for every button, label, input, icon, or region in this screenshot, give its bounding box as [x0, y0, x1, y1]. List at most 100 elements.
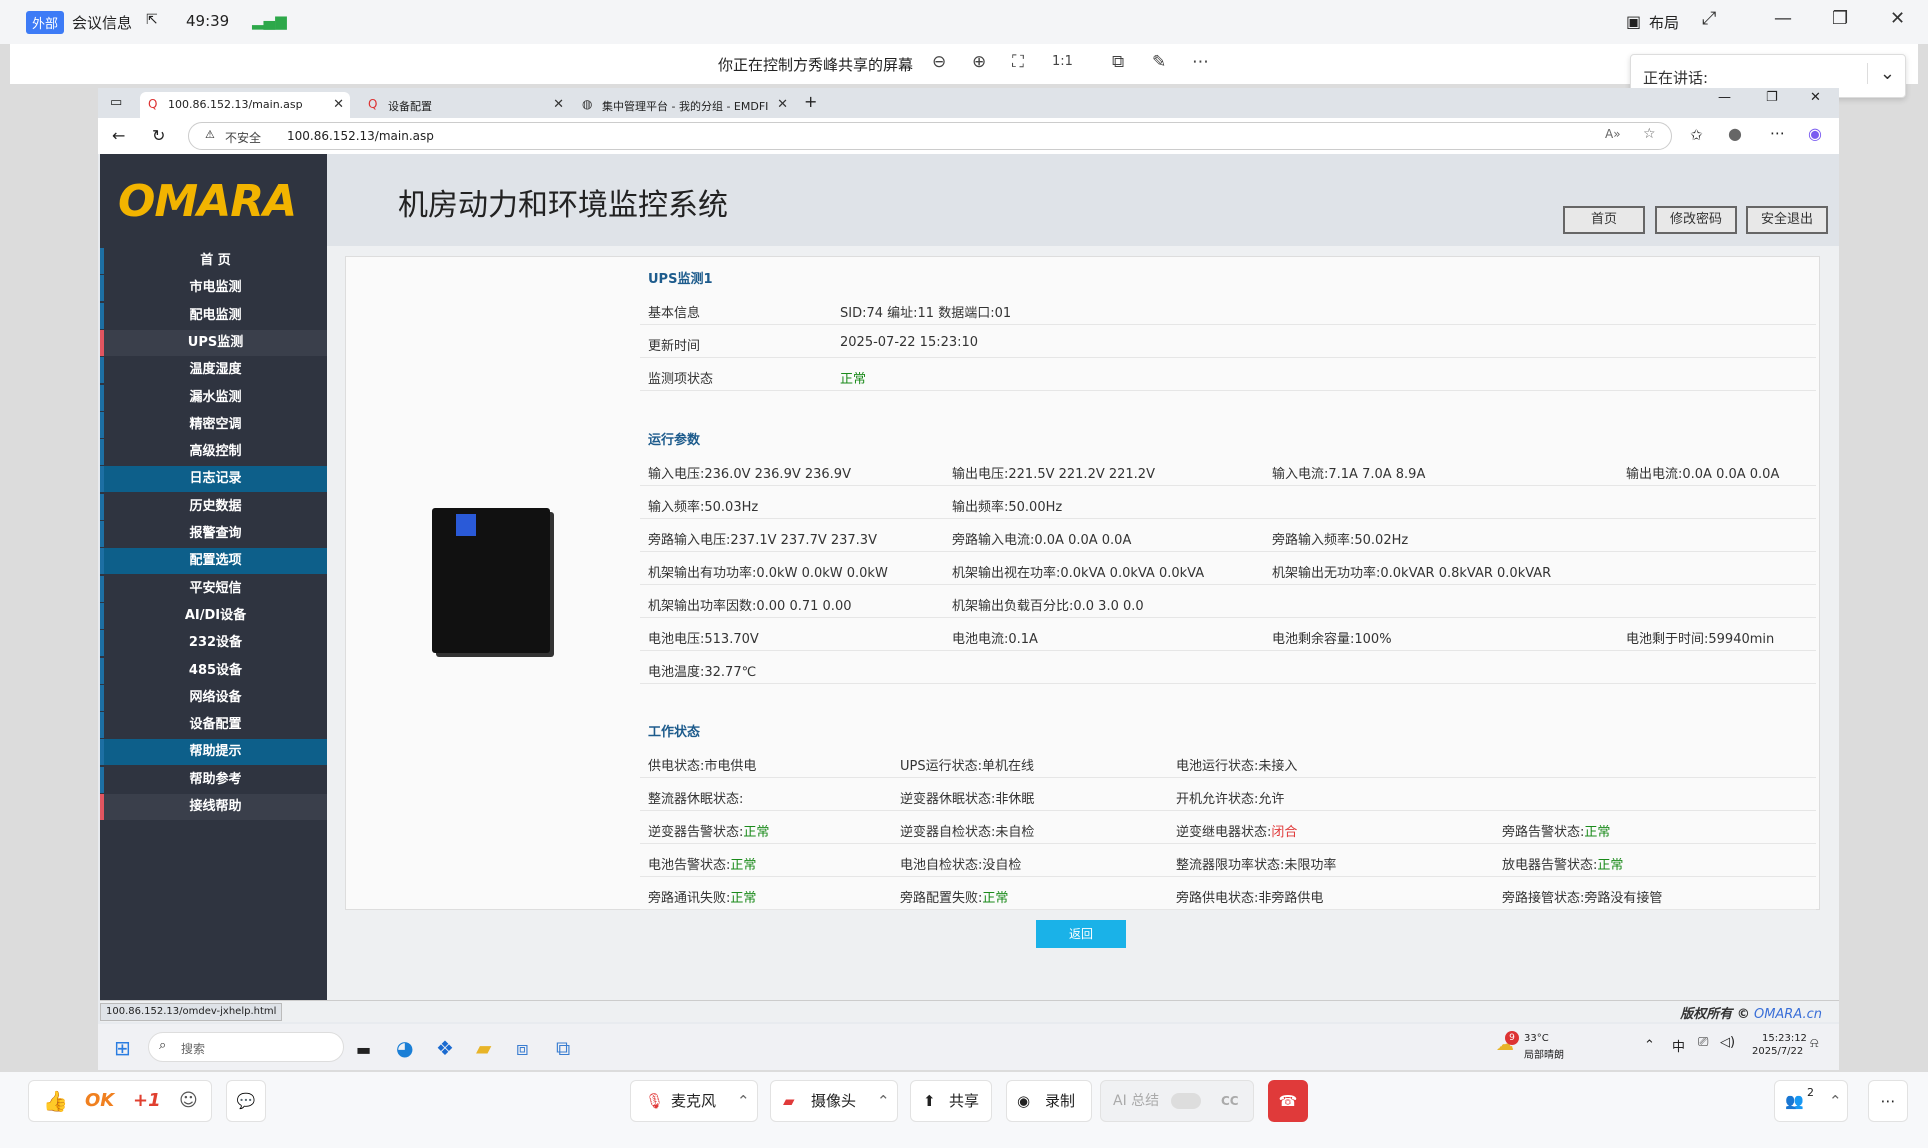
favorites-icon[interactable]: ✩ — [1690, 126, 1703, 144]
back-icon[interactable]: ← — [112, 126, 125, 145]
sidebar-item[interactable]: 漏水监测 — [100, 384, 327, 411]
mic-options-icon[interactable]: ⌃ — [737, 1081, 750, 1121]
zoom-in-icon[interactable]: ⊕ — [972, 52, 986, 72]
ai-summary-button[interactable]: AI 总结 CC — [1100, 1080, 1254, 1122]
plus-one-reaction[interactable]: +1 — [133, 1081, 161, 1121]
work-label: 逆变器自检状态:未自检 — [900, 825, 1035, 840]
sidebar-item[interactable]: 精密空调 — [100, 411, 327, 438]
ok-reaction[interactable]: OK — [85, 1081, 114, 1121]
folder-icon[interactable]: ▰ — [476, 1036, 491, 1060]
sidebar-item[interactable]: 报警查询 — [100, 521, 327, 547]
participants-options-icon[interactable]: ⌃ — [1829, 1081, 1842, 1121]
sidebar-item[interactable]: 市电监测 — [100, 275, 327, 302]
tray-chevron-icon[interactable]: ⌃ — [1644, 1038, 1655, 1053]
remote-close-icon[interactable]: ✕ — [1810, 90, 1821, 105]
more-options-button[interactable]: ⋯ — [1868, 1080, 1908, 1122]
url-text[interactable]: 100.86.152.13/main.asp — [287, 129, 434, 143]
back-button[interactable]: 返回 — [1036, 920, 1126, 948]
sidebar-item[interactable]: 配置选项 — [100, 548, 327, 575]
cc-icon[interactable]: CC — [1221, 1081, 1239, 1121]
menu-icon[interactable]: ⋯ — [1770, 124, 1785, 142]
annotate-icon[interactable]: ✎ — [1152, 52, 1166, 72]
new-tab-icon[interactable]: + — [804, 92, 817, 111]
logout-button[interactable]: 安全退出 — [1746, 206, 1828, 234]
tab-main[interactable]: Q 100.86.152.13/main.asp ✕ — [140, 92, 350, 118]
close-icon[interactable]: ✕ — [1890, 8, 1905, 29]
work-label: 电池自检状态:没自检 — [900, 858, 1022, 873]
tab-close-icon[interactable]: ✕ — [777, 97, 788, 112]
tab-actions-icon[interactable]: ▭ — [110, 95, 122, 110]
tab-device-config[interactable]: Q 设备配置 ✕ — [360, 92, 570, 118]
windows-start-icon[interactable]: ⊞ — [114, 1036, 131, 1060]
taskbar-search[interactable]: ⌕ 搜索 — [148, 1032, 344, 1062]
work-value: 正常 — [1584, 825, 1611, 840]
fit-icon[interactable]: ⛶ — [1012, 52, 1024, 72]
share-icon[interactable]: ⇱ — [146, 12, 158, 28]
zoom-out-icon[interactable]: ⊖ — [932, 52, 946, 72]
mic-button[interactable]: 🎙 麦克风 ⌃ — [630, 1080, 758, 1122]
copilot-icon[interactable]: ◉ — [1808, 124, 1822, 143]
sidebar-item[interactable]: 温度湿度 — [100, 357, 327, 384]
read-aloud-icon[interactable]: A» — [1605, 127, 1621, 141]
sidebar-item[interactable]: 首 页 — [100, 248, 327, 274]
restore-icon[interactable]: ❐ — [1832, 8, 1848, 29]
window-icon[interactable]: ⧉ — [1112, 52, 1124, 72]
network-icon[interactable]: ⎚ — [1698, 1035, 1708, 1050]
copyright-brand[interactable]: OMARA.cn — [1754, 1007, 1822, 1022]
address-bar[interactable]: ⚠ 不安全 100.86.152.13/main.asp A» ☆ — [188, 122, 1672, 150]
sidebar-item[interactable]: 配电监测 — [100, 302, 327, 329]
param-cell: 电池剩于时间:59940min — [1626, 632, 1775, 647]
sidebar-item[interactable]: 接线帮助 — [100, 794, 327, 820]
sidebar-item[interactable]: 232设备 — [100, 630, 327, 657]
sidebar-item[interactable]: AI/DI设备 — [100, 602, 327, 629]
volume-icon[interactable]: ◁) — [1720, 1035, 1735, 1050]
camera-options-icon[interactable]: ⌃ — [877, 1081, 890, 1121]
task-view-icon[interactable]: ▬ — [356, 1040, 371, 1059]
refresh-icon[interactable]: ↻ — [152, 126, 165, 145]
sidebar-item[interactable]: 日志记录 — [100, 466, 327, 493]
remote-app-icon[interactable]: ⧉ — [556, 1036, 570, 1060]
sidebar-item[interactable]: 高级控制 — [100, 439, 327, 466]
sidebar-item[interactable]: 帮助提示 — [100, 739, 327, 766]
ai-toggle[interactable] — [1171, 1093, 1201, 1109]
sidebar-item[interactable]: UPS监测 — [100, 329, 327, 356]
meeting-info-button[interactable]: 会议信息 — [72, 12, 132, 33]
change-password-button[interactable]: 修改密码 — [1655, 206, 1737, 234]
work-cell: 旁路通讯失败:正常 — [648, 887, 756, 906]
layout-icon[interactable]: ▣ — [1626, 12, 1641, 31]
tab-close-icon[interactable]: ✕ — [553, 97, 564, 112]
sidebar-item[interactable]: 帮助参考 — [100, 766, 327, 793]
camera-button[interactable]: ▰ 摄像头 ⌃ — [770, 1080, 898, 1122]
sidebar-item[interactable]: 485设备 — [100, 657, 327, 684]
share-button[interactable]: ⬆ 共享 — [910, 1080, 992, 1122]
layout-button[interactable]: 布局 — [1649, 12, 1679, 33]
thumbs-up-icon[interactable]: 👍 — [43, 1081, 68, 1121]
fullscreen-icon[interactable]: ⤢ — [1702, 8, 1716, 29]
app-icon[interactable]: ❖ — [436, 1036, 454, 1060]
actual-size-icon[interactable]: 1:1 — [1052, 54, 1073, 69]
network-app-icon[interactable]: ⧈ — [516, 1036, 529, 1060]
remote-minimize-icon[interactable]: — — [1718, 90, 1731, 105]
ime-indicator[interactable]: 中 — [1672, 1036, 1685, 1055]
participants-button[interactable]: 👥 2 ⌃ — [1774, 1080, 1848, 1122]
emoji-icon[interactable]: ☺ — [179, 1081, 198, 1121]
chat-button[interactable]: 💬 — [226, 1080, 266, 1122]
remote-restore-icon[interactable]: ❐ — [1766, 90, 1778, 105]
chevron-down-icon[interactable]: ⌄ — [1866, 63, 1895, 84]
more-icon[interactable]: ⋯ — [1192, 52, 1209, 72]
notification-icon[interactable]: ⍾ — [1810, 1036, 1819, 1051]
sidebar-item[interactable]: 网络设备 — [100, 684, 327, 711]
sidebar-item[interactable]: 平安短信 — [100, 575, 327, 602]
sidebar-item[interactable]: 设备配置 — [100, 712, 327, 739]
home-button[interactable]: 首页 — [1563, 206, 1645, 234]
sidebar-item[interactable]: 历史数据 — [100, 493, 327, 520]
favorite-icon[interactable]: ☆ — [1643, 126, 1656, 142]
edge-icon[interactable]: ◕ — [396, 1036, 413, 1060]
minimize-icon[interactable]: — — [1774, 8, 1792, 29]
work-label: 放电器告警状态: — [1502, 858, 1598, 873]
profile-icon[interactable]: ● — [1728, 124, 1742, 143]
record-button[interactable]: ◉ 录制 — [1006, 1080, 1092, 1122]
tab-close-icon[interactable]: ✕ — [333, 97, 344, 112]
leave-button[interactable]: ☎ — [1268, 1080, 1308, 1122]
tab-platform[interactable]: ◍ 集中管理平台 - 我的分组 - EMDFI ✕ — [574, 92, 794, 118]
